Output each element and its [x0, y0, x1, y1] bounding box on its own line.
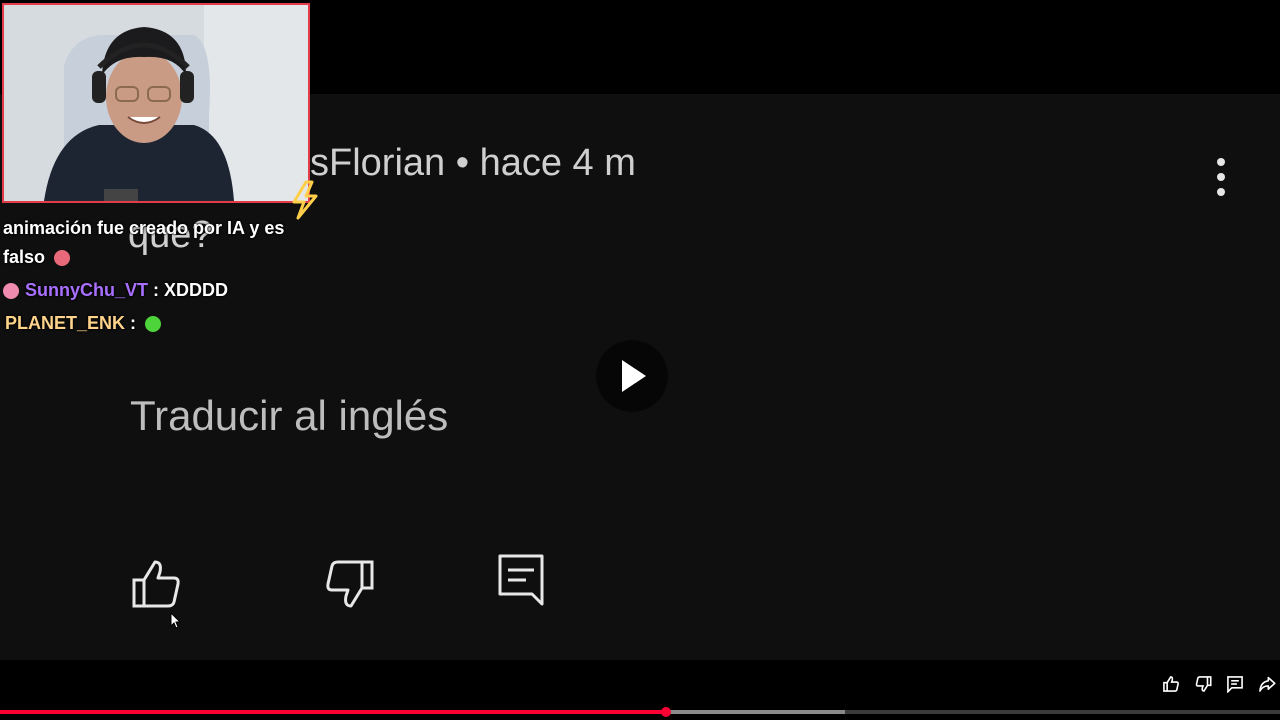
webcam-image	[4, 5, 308, 201]
play-button[interactable]	[596, 340, 668, 412]
comment-author-time: sFlorian • hace 4 m	[310, 142, 636, 184]
chat-username[interactable]: PLANET_ENK	[5, 313, 125, 333]
chat-message-text: falso	[3, 247, 46, 267]
like-button[interactable]	[1158, 672, 1184, 696]
webcam-overlay	[2, 3, 310, 203]
translate-link[interactable]: Traducir al inglés	[130, 392, 448, 440]
badge-icon	[3, 283, 19, 300]
chat-message: SunnyChu_VT : XDDDD	[3, 276, 313, 305]
thumbs-up-icon[interactable]	[128, 556, 184, 612]
chat-message: falso	[3, 243, 313, 272]
player-actions	[1158, 672, 1280, 696]
share-button[interactable]	[1254, 672, 1280, 696]
share-icon	[1259, 676, 1276, 692]
chat-message-text: animación fue creado por IA y es	[3, 218, 285, 238]
thumbs-up-icon	[1163, 676, 1179, 692]
chat-separator: :	[148, 280, 165, 300]
dislike-button[interactable]	[1190, 672, 1216, 696]
chat-username[interactable]: SunnyChu_VT	[25, 280, 148, 300]
chat-overlay: animación fue creado por IA y es falso S…	[3, 214, 313, 338]
comments-button[interactable]	[1222, 672, 1248, 696]
cursor-icon	[170, 612, 182, 629]
play-icon	[622, 360, 646, 392]
chat-separator: :	[125, 313, 137, 333]
comment-icon[interactable]	[494, 552, 550, 608]
progress-played	[0, 710, 666, 714]
progress-bar[interactable]	[0, 707, 1280, 717]
thumbs-down-icon	[1195, 676, 1212, 692]
chat-message: PLANET_ENK :	[3, 309, 313, 338]
emote-icon	[145, 316, 162, 333]
comment-icon	[1227, 676, 1243, 693]
emote-icon	[54, 250, 71, 267]
kebab-menu-icon[interactable]	[1208, 154, 1234, 202]
progress-knob[interactable]	[661, 707, 671, 717]
thumbs-down-icon[interactable]	[320, 556, 376, 612]
chat-message: animación fue creado por IA y es	[3, 214, 313, 243]
chat-message-text: XDDDD	[164, 280, 229, 300]
